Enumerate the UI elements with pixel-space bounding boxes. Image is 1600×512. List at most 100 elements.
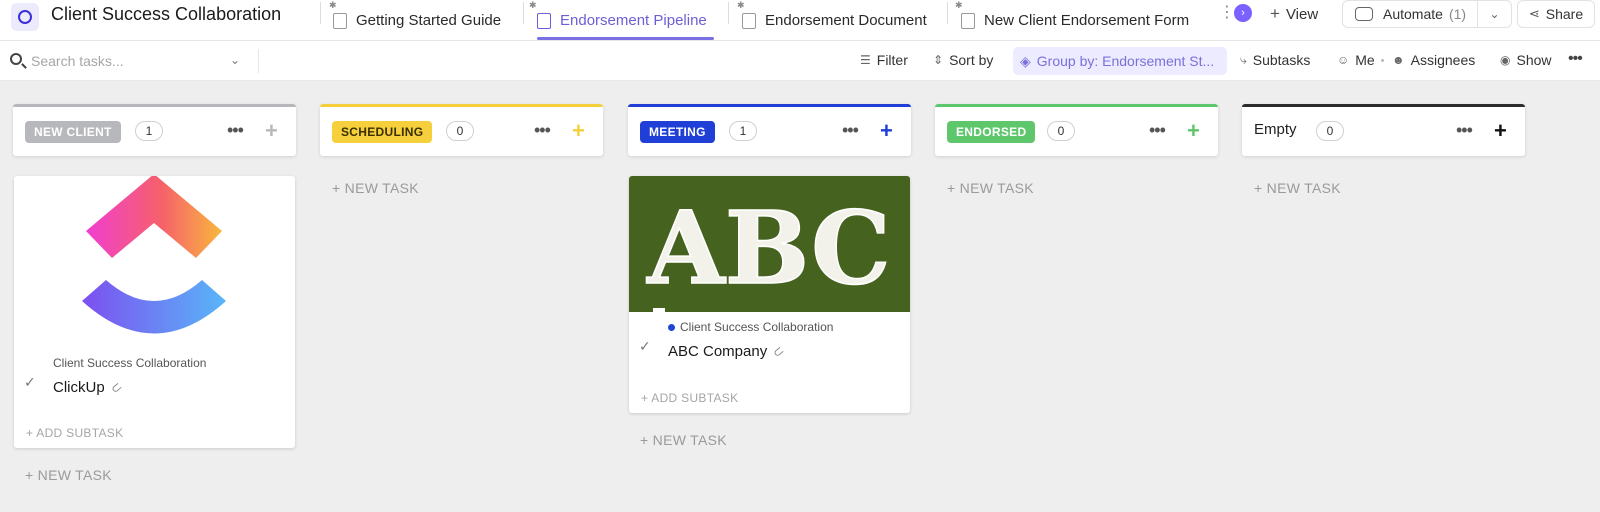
doc-icon [333, 12, 347, 29]
group-by-label: Group by: Endorsement St... [1036, 53, 1215, 69]
chevron-right-icon[interactable]: › [1234, 4, 1252, 22]
task-count: 1 [135, 121, 163, 141]
tab-endorsement-pipeline[interactable]: Endorsement Pipeline [537, 0, 707, 41]
task-card-abc-company[interactable]: ABC Client Success Collaboration ✓ ABC C… [629, 176, 910, 413]
new-task-button-new-client[interactable]: + NEW TASK [25, 467, 112, 483]
add-subtask-button[interactable]: + ADD SUBTASK [641, 391, 738, 405]
chevron-down-icon[interactable]: ⌄ [1477, 1, 1511, 27]
sort-label: Sort by [949, 52, 994, 68]
doc-icon [742, 12, 756, 29]
sort-icon: ⇕ [933, 53, 944, 67]
filter-icon: ☰ [860, 53, 871, 67]
tab-label: Endorsement Pipeline [560, 12, 707, 29]
robot-icon [1355, 7, 1373, 21]
pin-icon: ✱ [529, 0, 537, 10]
location-text: Client Success Collaboration [680, 320, 834, 334]
abc-chalkboard-image: ABC [629, 176, 910, 312]
column-color-bar [1242, 104, 1525, 107]
add-task-icon[interactable]: + [880, 118, 893, 144]
show-button[interactable]: ◉ Show [1500, 52, 1552, 68]
abc-image-text: ABC [646, 189, 891, 307]
add-task-icon[interactable]: + [1187, 118, 1200, 144]
add-task-icon[interactable]: + [1494, 118, 1507, 144]
tab-endorsement-document[interactable]: Endorsement Document [742, 0, 927, 41]
active-tab-indicator [537, 37, 714, 40]
column-color-bar [935, 104, 1218, 107]
list-color-dot [668, 323, 675, 331]
new-task-button-meeting[interactable]: + NEW TASK [640, 432, 727, 448]
share-icon: ⋖ [1528, 6, 1540, 21]
tab-divider [523, 2, 524, 24]
form-icon [961, 12, 975, 29]
new-task-button-scheduling[interactable]: + NEW TASK [332, 180, 419, 196]
task-count: 0 [1047, 121, 1075, 141]
status-badge[interactable]: SCHEDULING [332, 121, 433, 143]
new-task-button-empty[interactable]: + NEW TASK [1254, 180, 1341, 196]
column-options-icon[interactable]: ••• [1456, 120, 1473, 141]
toolbar-divider [258, 49, 259, 73]
paperclip-icon: ⊂ [769, 341, 788, 361]
group-by-button[interactable]: ◈ Group by: Endorsement St... [1013, 47, 1227, 75]
tab-label: New Client Endorsement Form [984, 12, 1190, 29]
add-subtask-button[interactable]: + ADD SUBTASK [26, 426, 123, 440]
task-card-clickup[interactable]: Client Success Collaboration ✓ ClickUp ⊂… [14, 176, 295, 448]
column-header-scheduling: SCHEDULING 0 ••• + [320, 104, 603, 156]
column-color-bar [320, 104, 603, 107]
add-task-icon[interactable]: + [572, 118, 585, 144]
filter-button[interactable]: ☰ Filter [860, 52, 908, 68]
view-label: View [1285, 6, 1319, 23]
add-task-icon[interactable]: + [265, 118, 278, 144]
filter-label: Filter [876, 52, 908, 68]
share-label: Share [1545, 6, 1584, 22]
me-label: Me [1355, 52, 1375, 68]
column-options-icon[interactable]: ••• [534, 120, 551, 141]
sort-button[interactable]: ⇕ Sort by [933, 52, 993, 68]
search-icon [10, 53, 22, 65]
user-icon: ☺ [1337, 53, 1350, 67]
task-count: 0 [1316, 121, 1344, 141]
task-count: 1 [729, 121, 757, 141]
tab-divider [728, 2, 729, 24]
column-header-endorsed: ENDORSED 0 ••• + [935, 104, 1218, 156]
more-options-icon[interactable]: ••• [1568, 50, 1583, 68]
task-name: ClickUp [53, 379, 105, 396]
checkmark-icon[interactable]: ✓ [639, 338, 651, 355]
column-color-bar [13, 104, 296, 107]
more-tabs-icon[interactable] [1219, 2, 1235, 22]
status-label[interactable]: Empty [1254, 121, 1297, 138]
assignees-button[interactable]: ☻ Assignees [1392, 52, 1475, 68]
tab-new-client-endorsement-form[interactable]: New Client Endorsement Form [961, 0, 1189, 41]
column-options-icon[interactable]: ••• [227, 120, 244, 141]
automate-label: Automate [1383, 6, 1443, 22]
automate-button[interactable]: Automate (1) ⌄ [1342, 0, 1512, 28]
space-icon[interactable] [11, 3, 39, 31]
search-input[interactable] [31, 51, 221, 71]
card-title[interactable]: ClickUp ⊂ [53, 378, 125, 397]
column-options-icon[interactable]: ••• [1149, 120, 1166, 141]
users-icon: ☻ [1392, 53, 1405, 67]
paperclip-icon: ⊂ [106, 377, 125, 397]
space-title[interactable]: Client Success Collaboration [51, 3, 281, 25]
me-filter-button[interactable]: ☺ Me [1337, 52, 1375, 68]
tab-getting-started-guide[interactable]: Getting Started Guide [333, 0, 501, 41]
add-view-button[interactable]: + View [1270, 4, 1318, 24]
new-task-button-endorsed[interactable]: + NEW TASK [947, 180, 1034, 196]
card-title[interactable]: ABC Company ⊂ [668, 342, 787, 361]
assignees-label: Assignees [1410, 52, 1476, 68]
board-toolbar: ⌄ ☰ Filter ⇕ Sort by ◈ Group by: Endorse… [0, 41, 1600, 81]
column-color-bar [628, 104, 911, 107]
status-badge[interactable]: MEETING [640, 121, 715, 143]
status-badge[interactable]: NEW CLIENT [25, 121, 121, 143]
card-location[interactable]: Client Success Collaboration [53, 356, 206, 370]
subtasks-button[interactable]: ⤷ Subtasks [1240, 52, 1310, 68]
status-badge[interactable]: ENDORSED [947, 121, 1036, 143]
tab-divider [947, 2, 948, 24]
chevron-down-icon[interactable]: ⌄ [230, 53, 240, 67]
top-header: Client Success Collaboration ✱ Getting S… [0, 0, 1600, 41]
task-count: 0 [446, 121, 474, 141]
tab-label: Endorsement Document [765, 12, 927, 29]
card-location[interactable]: Client Success Collaboration [668, 320, 833, 334]
checkmark-icon[interactable]: ✓ [24, 374, 36, 391]
column-options-icon[interactable]: ••• [842, 120, 859, 141]
share-button[interactable]: ⋖ Share [1517, 0, 1595, 28]
